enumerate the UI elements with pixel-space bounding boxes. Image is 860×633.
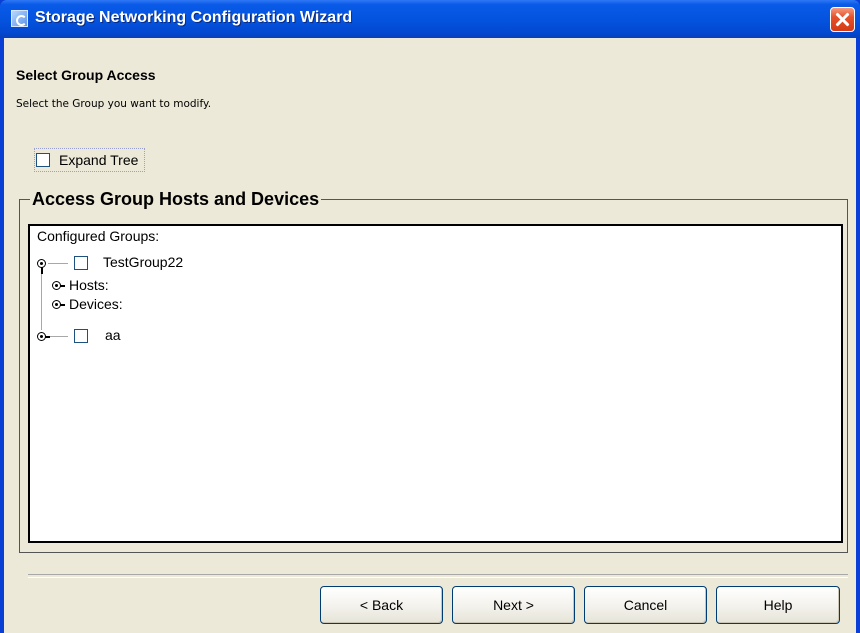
- next-button[interactable]: Next >: [452, 586, 575, 624]
- wizard-header: [4, 38, 856, 135]
- help-button[interactable]: Help: [716, 586, 840, 624]
- window-title: Storage Networking Configuration Wizard: [35, 9, 353, 26]
- group-checkbox-aa[interactable]: [74, 329, 88, 343]
- expand-tree-checkbox[interactable]: Expand Tree: [34, 148, 146, 172]
- groupbox-title: Access Group Hosts and Devices: [30, 189, 322, 210]
- title-bar[interactable]: Storage Networking Configuration Wizard: [0, 0, 860, 38]
- tree-header: Configured Groups:: [37, 228, 160, 244]
- tree-stem: [60, 304, 65, 306]
- expand-tree-label: Expand Tree: [59, 152, 139, 168]
- tree-stem: [41, 267, 43, 274]
- tree-branch-line: [41, 274, 42, 330]
- footer-divider: [28, 574, 848, 578]
- tree-node-testgroup22[interactable]: TestGroup22: [103, 254, 183, 270]
- tree-stem: [60, 285, 65, 287]
- close-button[interactable]: [830, 7, 855, 32]
- back-button[interactable]: < Back: [320, 586, 443, 624]
- expand-tree-checkbox-box[interactable]: [36, 153, 50, 167]
- tree-connector: [48, 263, 68, 264]
- wizard-window: Storage Networking Configuration Wizard …: [0, 0, 860, 633]
- tree-node-aa[interactable]: aa: [105, 327, 121, 343]
- cancel-button[interactable]: Cancel: [584, 586, 707, 624]
- tree-node-hosts[interactable]: Hosts:: [69, 277, 109, 293]
- configured-groups-tree[interactable]: Configured Groups: TestGroup22 Hosts: De…: [28, 224, 843, 543]
- group-checkbox-testgroup22[interactable]: [74, 256, 88, 270]
- tree-node-devices[interactable]: Devices:: [69, 296, 123, 312]
- page-subtitle: Select the Group you want to modify.: [16, 98, 212, 110]
- app-icon: [11, 10, 28, 27]
- page-title: Select Group Access: [16, 67, 156, 83]
- tree-connector: [50, 336, 68, 337]
